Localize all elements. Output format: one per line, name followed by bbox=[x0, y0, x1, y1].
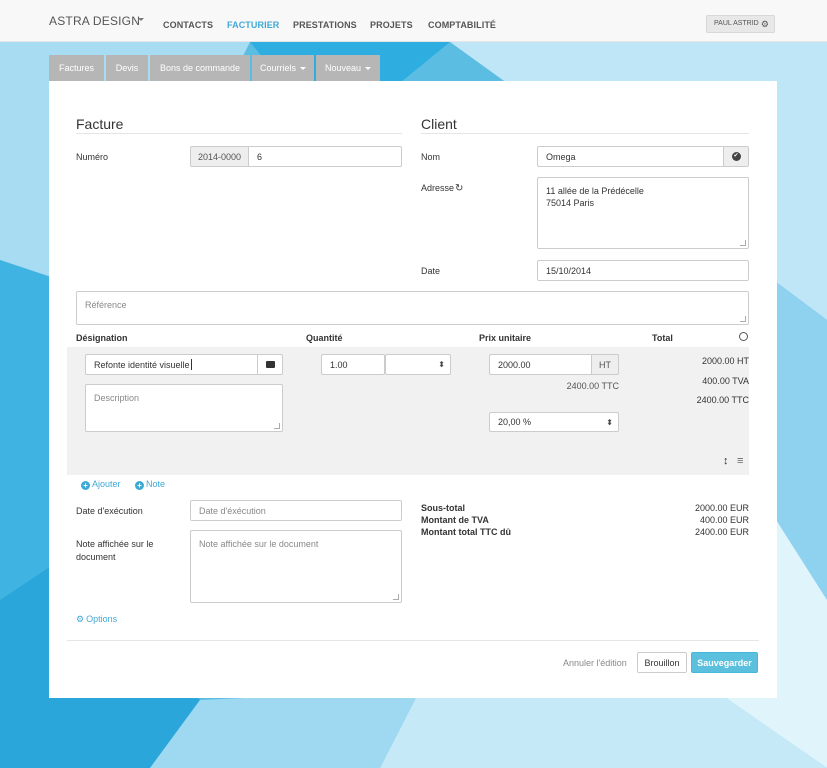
catalog-button[interactable] bbox=[257, 354, 283, 375]
price-input[interactable]: 2000.00 bbox=[489, 354, 592, 375]
resize-handle-icon[interactable] bbox=[740, 316, 746, 322]
col-prix: Prix unitaire bbox=[479, 333, 532, 343]
adresse-label: Adresse↻ bbox=[421, 183, 464, 194]
circle-icon[interactable] bbox=[739, 332, 748, 341]
divider bbox=[76, 133, 402, 134]
col-designation: Désignation bbox=[76, 333, 128, 343]
numero-label: Numéro bbox=[76, 152, 109, 162]
client-name-input[interactable]: Omega bbox=[537, 146, 724, 167]
nom-label: Nom bbox=[421, 152, 441, 162]
numero-input[interactable]: 6 bbox=[248, 146, 402, 167]
totals-values: 2000.00 EUR 400.00 EUR 2400.00 EUR bbox=[694, 503, 749, 537]
chevron-down-circle-icon: ✔ bbox=[731, 152, 741, 161]
date-label: Date bbox=[421, 266, 441, 276]
col-quantite: Quantité bbox=[306, 333, 343, 343]
totals-labels: Sous-total Montant de TVA Montant total … bbox=[421, 503, 511, 537]
gear-icon: ⚙ bbox=[76, 614, 85, 624]
add-note-link[interactable]: + Note bbox=[135, 479, 165, 490]
divider bbox=[67, 640, 759, 641]
line-total-tva: 400.00 TVA bbox=[702, 376, 749, 386]
cancel-edit-link[interactable]: Annuler l'édition bbox=[563, 658, 627, 668]
refresh-icon[interactable]: ↻ bbox=[455, 183, 463, 194]
date-input[interactable]: 15/10/2014 bbox=[537, 260, 749, 281]
price-suffix: HT bbox=[591, 354, 619, 375]
reference-textarea[interactable]: Référence bbox=[76, 291, 749, 325]
draft-button[interactable]: Brouillon bbox=[637, 652, 687, 673]
client-address-textarea[interactable]: 11 allée de la Prédécelle 75014 Paris bbox=[537, 177, 749, 249]
options-link[interactable]: ⚙ Options bbox=[76, 614, 117, 625]
save-button[interactable]: Sauvegarder bbox=[691, 652, 758, 673]
note-document-textarea[interactable]: Note affichée sur le document bbox=[190, 530, 402, 603]
briefcase-icon bbox=[265, 361, 275, 368]
unit-select[interactable]: ⬍ bbox=[385, 354, 451, 375]
resize-handle-icon[interactable] bbox=[274, 423, 280, 429]
description-textarea[interactable]: Description bbox=[85, 384, 283, 432]
add-line-link[interactable]: + Ajouter bbox=[81, 479, 121, 490]
execution-date-input[interactable]: Date d'éxécution bbox=[190, 500, 402, 521]
menu-icon[interactable]: ≡ bbox=[737, 455, 743, 467]
plus-circle-icon: + bbox=[135, 481, 144, 490]
client-select-button[interactable]: ✔ bbox=[723, 146, 749, 167]
select-arrows-icon: ⬍ bbox=[606, 417, 613, 427]
execution-date-label: Date d'exécution bbox=[76, 506, 143, 516]
invoice-title: Facture bbox=[76, 116, 124, 132]
sort-icon[interactable]: ↕ bbox=[723, 455, 729, 467]
tva-select[interactable]: 20,00 % ⬍ bbox=[489, 412, 619, 432]
divider bbox=[421, 133, 749, 134]
price-ttc: 2400.00 TTC bbox=[566, 381, 619, 391]
designation-input[interactable]: Refonte identité visuelle bbox=[85, 354, 258, 375]
client-title: Client bbox=[421, 116, 457, 132]
note-document-label: Note affichée sur le document bbox=[76, 539, 154, 562]
resize-handle-icon[interactable] bbox=[393, 594, 399, 600]
resize-handle-icon[interactable] bbox=[740, 240, 746, 246]
col-total: Total bbox=[652, 333, 673, 343]
numero-prefix: 2014-0000 bbox=[190, 146, 249, 167]
line-total-ttc: 2400.00 TTC bbox=[696, 395, 749, 405]
plus-circle-icon: + bbox=[81, 481, 90, 490]
text-cursor bbox=[190, 359, 192, 370]
line-total-ht: 2000.00 HT bbox=[701, 356, 749, 366]
select-arrows-icon: ⬍ bbox=[438, 360, 445, 369]
quantity-input[interactable]: 1.00 bbox=[321, 354, 385, 375]
